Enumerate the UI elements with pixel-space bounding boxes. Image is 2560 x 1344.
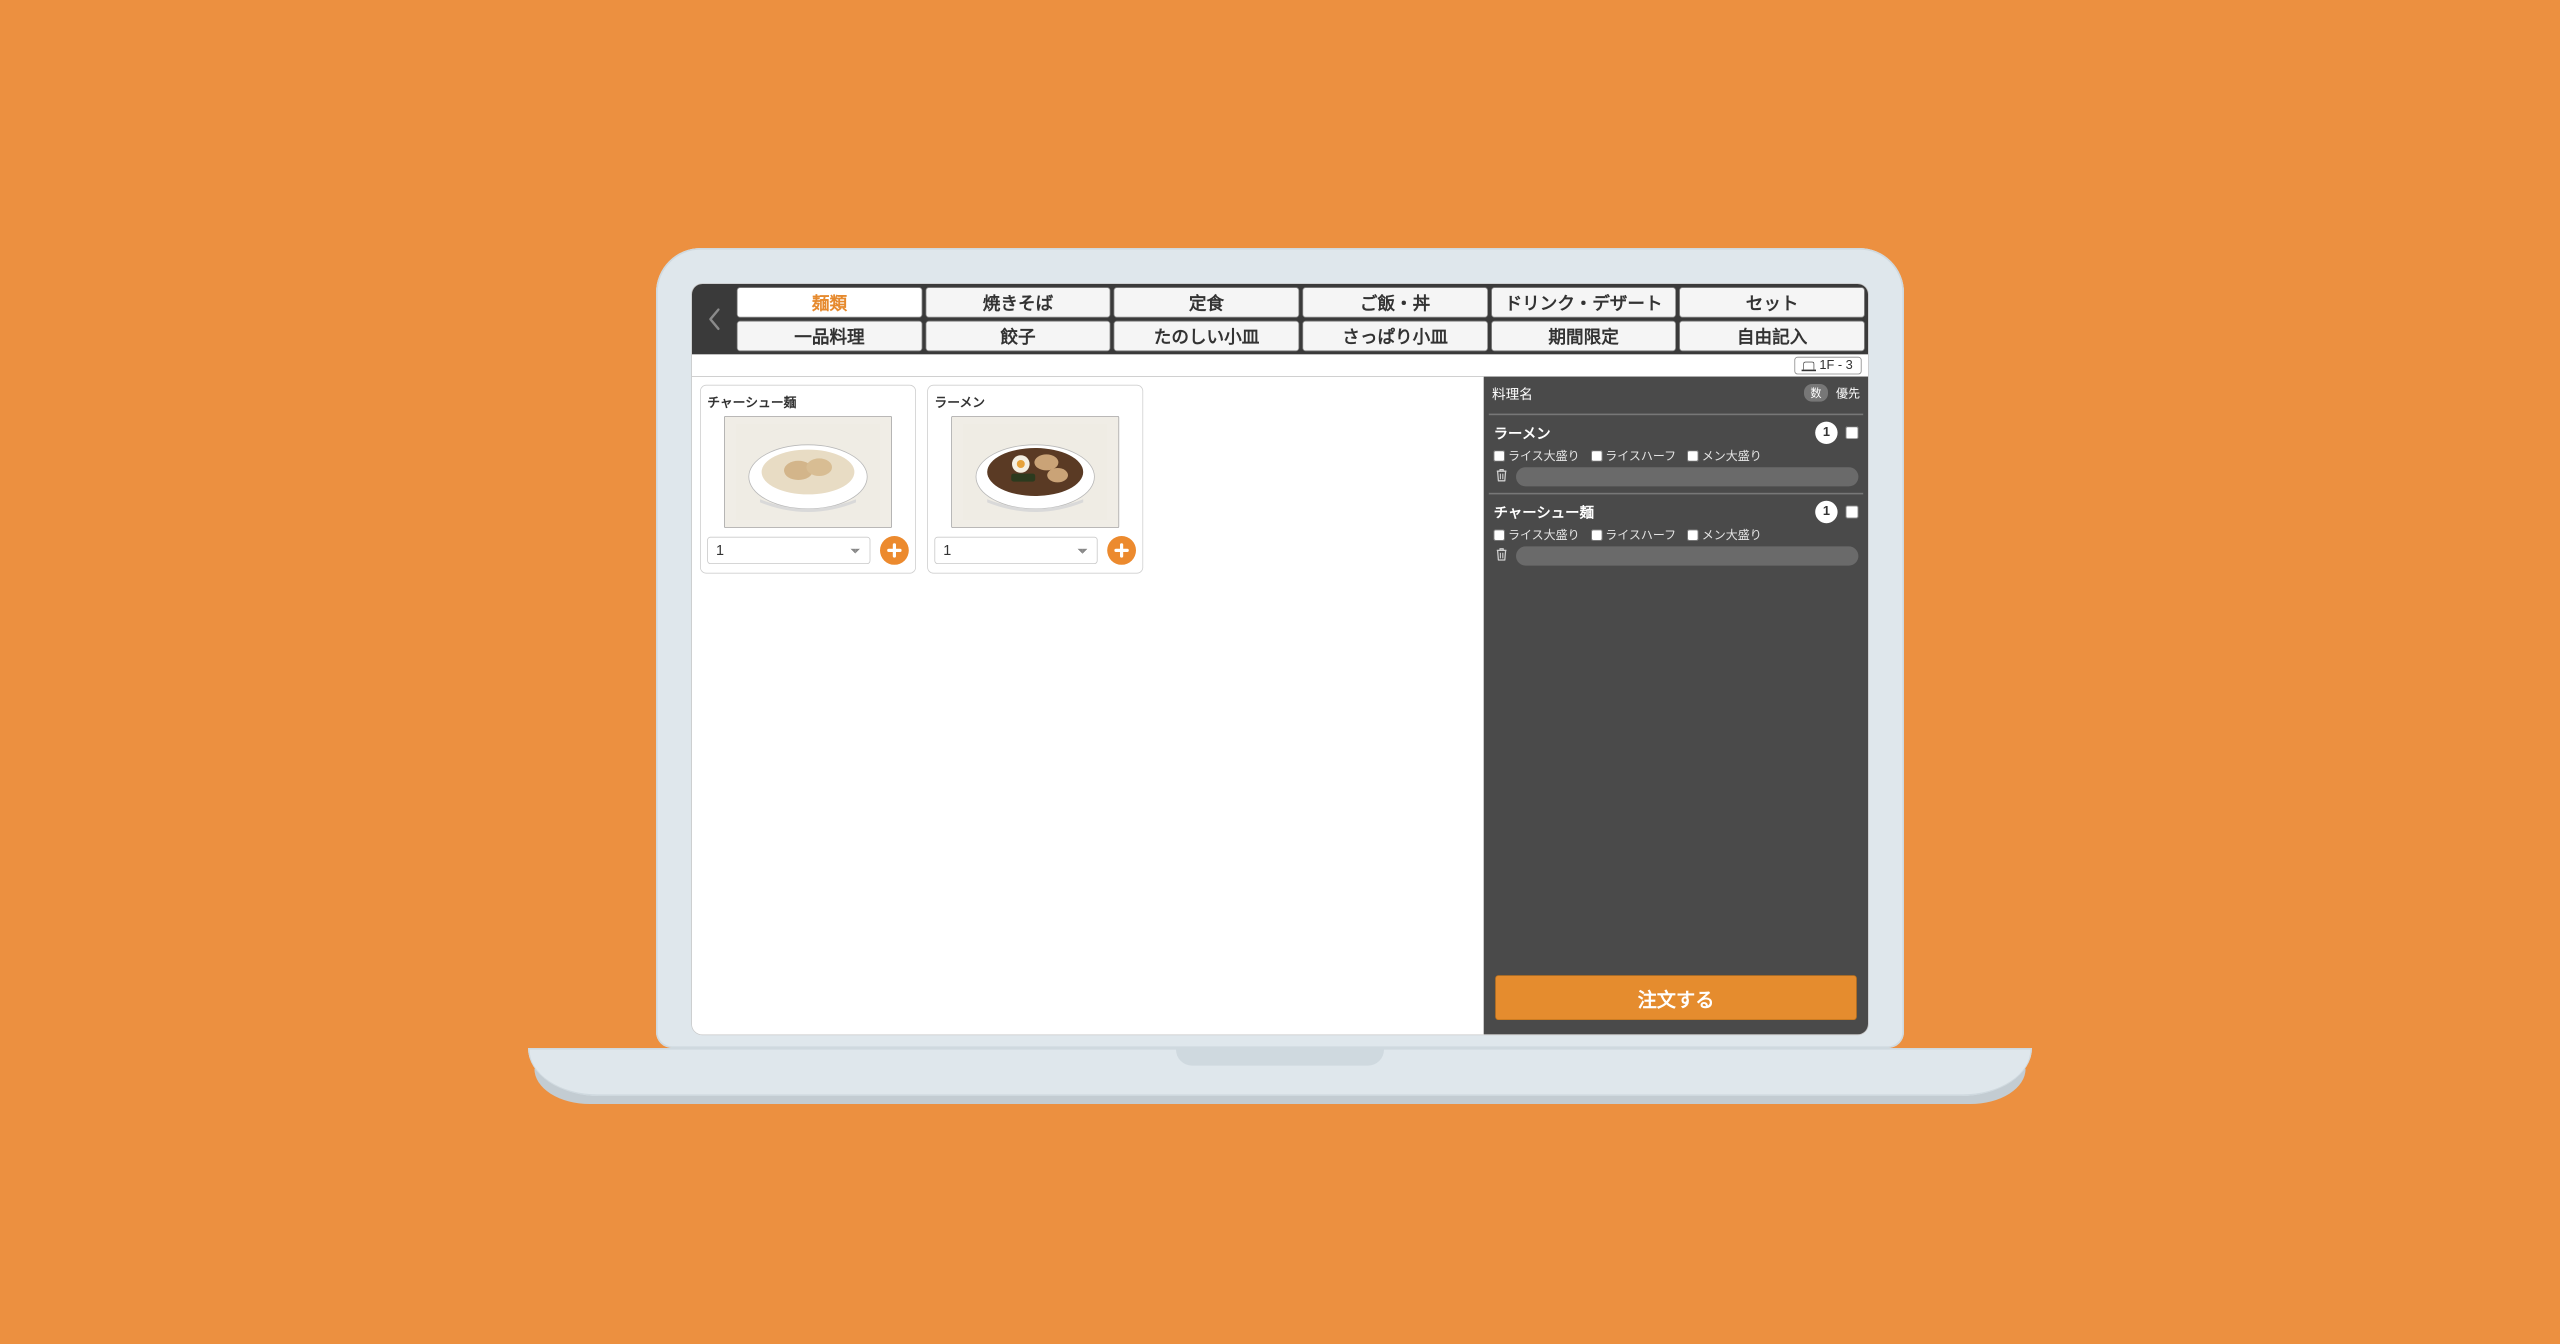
order-sidebar: 料理名 数 優先 ラーメン 1 ライス大盛り ライスハーフ メン大盛り — [1484, 377, 1868, 1035]
menu-item-name: ラーメン — [934, 392, 1136, 411]
menu-item-image — [724, 416, 892, 528]
table-location-bar: 1F - 3 — [692, 354, 1868, 376]
order-item-name: チャーシュー麺 — [1494, 502, 1808, 523]
laptop-notch — [1176, 1048, 1384, 1066]
table-location-label: 1F - 3 — [1819, 358, 1852, 372]
plus-icon — [886, 542, 902, 558]
menu-item-name: チャーシュー麺 — [707, 392, 909, 411]
order-option-checkbox[interactable] — [1687, 529, 1698, 540]
plus-icon — [1114, 542, 1130, 558]
category-tab[interactable]: ご飯・丼 — [1302, 287, 1487, 317]
category-tab[interactable]: 定食 — [1114, 287, 1299, 317]
order-option-label: メン大盛り — [1702, 447, 1762, 464]
quantity-select[interactable]: 1 — [934, 537, 1097, 564]
add-item-button[interactable] — [880, 536, 909, 565]
order-option-label: メン大盛り — [1702, 526, 1762, 543]
order-item-name: ラーメン — [1494, 422, 1808, 443]
order-option-checkbox[interactable] — [1591, 450, 1602, 461]
delete-item-button[interactable] — [1494, 547, 1510, 565]
order-option-checkbox[interactable] — [1687, 450, 1698, 461]
menu-card: チャーシュー麺 1 — [700, 385, 916, 574]
category-tab[interactable]: 自由記入 — [1679, 321, 1864, 351]
category-tab[interactable]: さっぱり小皿 — [1302, 321, 1487, 351]
submit-order-button[interactable]: 注文する — [1495, 975, 1857, 1020]
menu-card: ラーメン 1 — [927, 385, 1143, 574]
quantity-select[interactable]: 1 — [707, 537, 870, 564]
order-option[interactable]: メン大盛り — [1687, 447, 1761, 464]
order-item-note[interactable] — [1516, 467, 1858, 486]
order-option-checkbox[interactable] — [1591, 529, 1602, 540]
main-content: チャーシュー麺 1 ラーメン — [692, 377, 1868, 1035]
category-tab[interactable]: 期間限定 — [1491, 321, 1676, 351]
delete-item-button[interactable] — [1494, 468, 1510, 486]
table-location-chip[interactable]: 1F - 3 — [1795, 356, 1862, 374]
menu-item-image — [951, 416, 1119, 528]
order-option-label: ライスハーフ — [1605, 526, 1676, 543]
order-header: 料理名 数 優先 — [1484, 377, 1868, 409]
chevron-left-icon — [707, 307, 721, 331]
order-item-options: ライス大盛り ライスハーフ メン大盛り — [1494, 526, 1859, 543]
order-header-qty: 数 — [1804, 384, 1828, 402]
category-tab[interactable]: セット — [1679, 287, 1864, 317]
order-option-label: ライスハーフ — [1605, 447, 1676, 464]
order-header-priority: 優先 — [1836, 384, 1860, 401]
priority-checkbox[interactable] — [1846, 506, 1859, 519]
order-footer: 注文する — [1484, 966, 1868, 1035]
category-tab[interactable]: 一品料理 — [737, 321, 922, 351]
order-option[interactable]: ライス大盛り — [1494, 447, 1580, 464]
order-option[interactable]: ライス大盛り — [1494, 526, 1580, 543]
menu-grid: チャーシュー麺 1 ラーメン — [692, 377, 1484, 1035]
trash-icon — [1495, 547, 1508, 561]
order-item: チャーシュー麺 1 ライス大盛り ライスハーフ メン大盛り — [1489, 493, 1863, 572]
category-tab[interactable]: 餃子 — [925, 321, 1110, 351]
category-tab-bar: 麺類焼きそば定食ご飯・丼ドリンク・デザートセット一品料理餃子たのしい小皿さっぱり… — [692, 284, 1868, 354]
order-option[interactable]: ライスハーフ — [1591, 526, 1676, 543]
order-item: ラーメン 1 ライス大盛り ライスハーフ メン大盛り — [1489, 414, 1863, 493]
order-option-checkbox[interactable] — [1494, 450, 1505, 461]
order-option-label: ライス大盛り — [1508, 447, 1580, 464]
laptop-base — [528, 1048, 2032, 1096]
priority-checkbox[interactable] — [1846, 426, 1859, 439]
add-item-button[interactable] — [1107, 536, 1136, 565]
order-option[interactable]: メン大盛り — [1687, 526, 1761, 543]
laptop-body: 麺類焼きそば定食ご飯・丼ドリンク・デザートセット一品料理餃子たのしい小皿さっぱり… — [656, 248, 1904, 1048]
order-item-options: ライス大盛り ライスハーフ メン大盛り — [1494, 447, 1859, 464]
order-item-qty: 1 — [1815, 501, 1837, 523]
trash-icon — [1495, 468, 1508, 482]
app-screen: 麺類焼きそば定食ご飯・丼ドリンク・デザートセット一品料理餃子たのしい小皿さっぱり… — [691, 283, 1869, 1035]
order-option-label: ライス大盛り — [1508, 526, 1580, 543]
back-button[interactable] — [692, 284, 737, 354]
order-item-qty: 1 — [1815, 422, 1837, 444]
order-option-checkbox[interactable] — [1494, 529, 1505, 540]
order-option[interactable]: ライスハーフ — [1591, 447, 1676, 464]
category-tab[interactable]: ドリンク・デザート — [1491, 287, 1676, 317]
order-item-note[interactable] — [1516, 546, 1858, 565]
category-tab[interactable]: 焼きそば — [925, 287, 1110, 317]
order-header-name: 料理名 — [1492, 383, 1796, 403]
category-tab[interactable]: たのしい小皿 — [1114, 321, 1299, 351]
laptop-mockup: 麺類焼きそば定食ご飯・丼ドリンク・デザートセット一品料理餃子たのしい小皿さっぱり… — [656, 248, 1904, 1096]
category-tab[interactable]: 麺類 — [737, 287, 922, 317]
order-list: ラーメン 1 ライス大盛り ライスハーフ メン大盛り チャーシュ — [1484, 409, 1868, 966]
category-tabs: 麺類焼きそば定食ご飯・丼ドリンク・デザートセット一品料理餃子たのしい小皿さっぱり… — [737, 284, 1868, 354]
seat-icon — [1803, 361, 1814, 369]
